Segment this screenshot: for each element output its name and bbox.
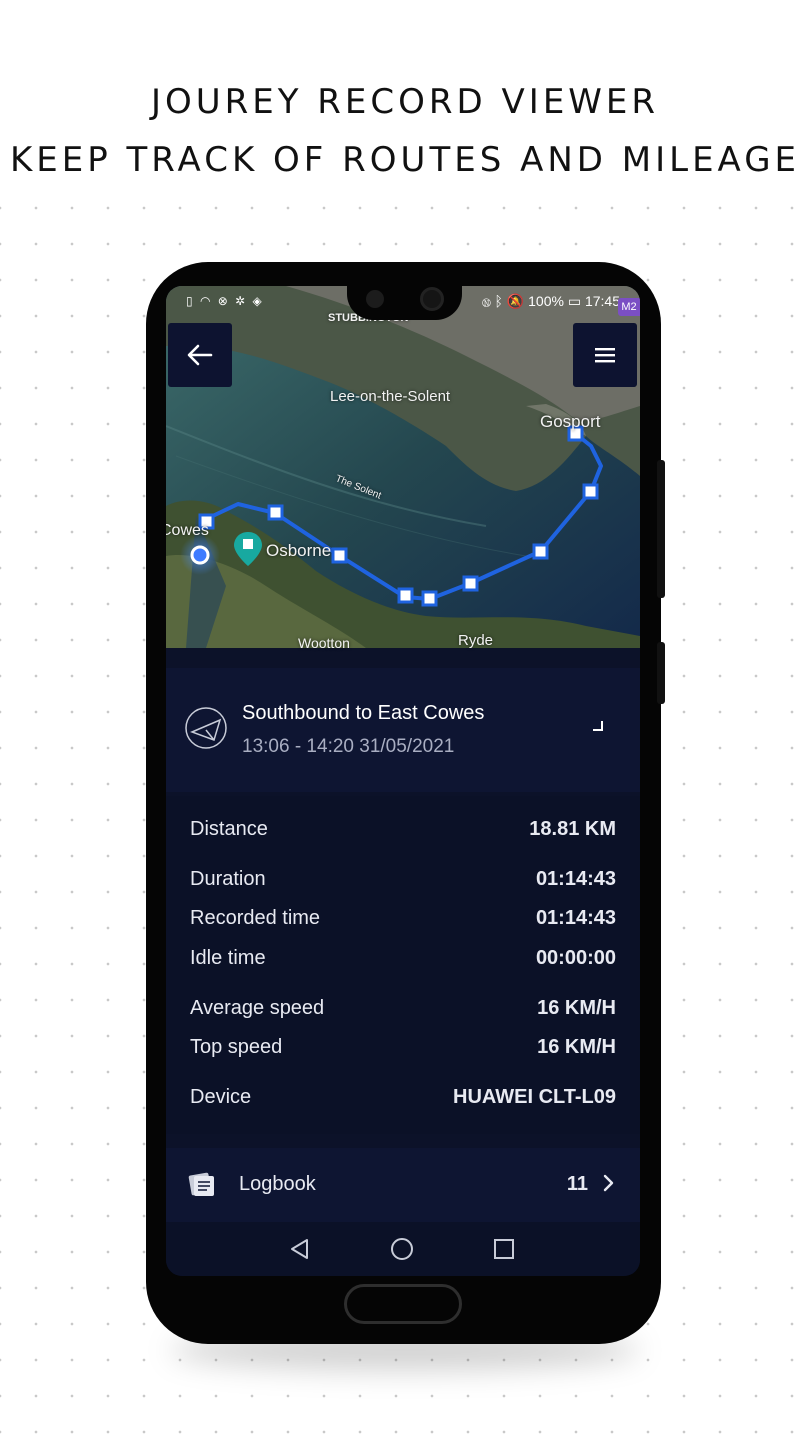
bluetooth-icon: ᛒ (494, 293, 503, 309)
map-label-lee: Lee-on-the-Solent (330, 388, 451, 405)
logbook-row[interactable]: Logbook 11 (166, 1148, 640, 1222)
notebook-icon (188, 1172, 214, 1196)
square-recent-icon[interactable] (492, 1237, 516, 1261)
route-map[interactable]: STUBBINGTON Lee-on-the-Solent Gosport Th… (166, 286, 640, 651)
stat-value: 18.81 KM (529, 818, 616, 840)
headline-subtitle: KEEP TRACK OF ROUTES AND MILEAGE (9, 140, 801, 180)
stat-value: 16 KM/H (537, 1036, 616, 1058)
mute-icon: 🔕 (506, 293, 525, 309)
phone-screen: STUBBINGTON Lee-on-the-Solent Gosport Th… (166, 286, 640, 1276)
stat-value: 01:14:43 (535, 868, 616, 890)
menu-button[interactable] (573, 323, 637, 387)
stat-label: Duration (190, 868, 266, 890)
journey-title: Southbound to East Cowes (242, 702, 485, 724)
stat-label: Average speed (190, 997, 325, 1019)
journey-summary-card[interactable]: Southbound to East Cowes 13:06 - 14:20 3… (166, 668, 640, 792)
map-label-ryde: Ryde (458, 632, 494, 649)
arrow-left-icon (187, 344, 213, 366)
map-label-osborne: Osborne (266, 541, 332, 560)
stats-panel: Distance 18.81 KM Duration 01:14:43 Reco… (166, 796, 640, 1134)
headline-title: JOUREY RECORD VIEWER (150, 82, 660, 122)
back-button[interactable] (168, 323, 232, 387)
system-nav-bar (166, 1222, 640, 1276)
status-icons-right: Ⓝ ᛒ 🔕 100% ▭ 17:45 (482, 293, 620, 310)
chevron-right-icon (603, 1174, 614, 1192)
battery-percent: 100% (528, 293, 564, 309)
front-camera (420, 287, 444, 311)
status-time: 17:45 (584, 293, 620, 309)
stat-row-duration: Duration 01:14:43 (190, 868, 616, 894)
circle-home-icon[interactable] (390, 1237, 414, 1261)
status-badge: M2 (618, 298, 640, 316)
stat-row-top-speed: Top speed 16 KM/H (190, 1036, 616, 1062)
stat-label: Recorded time (190, 907, 321, 929)
stat-label: Distance (190, 818, 268, 840)
phone-side-button (657, 642, 665, 704)
phone-notch (347, 286, 462, 320)
battery-icon: ▭ (567, 293, 582, 309)
status-icons-left: ▯ ◠ ⊗ ✲ ◈ (186, 294, 264, 308)
phone-side-button (657, 460, 665, 598)
earpiece-sensor (366, 290, 384, 308)
stat-row-recorded-time: Recorded time 01:14:43 (190, 907, 616, 933)
map-satellite (166, 286, 640, 648)
map-label-gosport: Gosport (540, 412, 601, 431)
stat-label: Top speed (190, 1036, 283, 1058)
stat-label: Idle time (190, 947, 266, 969)
stat-row-distance: Distance 18.81 KM (190, 818, 616, 844)
sail-icon (185, 707, 227, 749)
stat-value: 16 KM/H (537, 997, 616, 1019)
current-location-dot (190, 545, 210, 565)
phone-home-button (344, 1284, 462, 1324)
map-label-cowes: Cowes (166, 522, 209, 539)
hamburger-menu-icon (595, 348, 615, 363)
logbook-label: Logbook (239, 1173, 316, 1195)
stat-value: HUAWEI CLT-L09 (453, 1086, 616, 1108)
stat-row-device: Device HUAWEI CLT-L09 (190, 1086, 616, 1112)
triangle-back-icon[interactable] (288, 1237, 312, 1261)
nfc-icon: Ⓝ (482, 293, 491, 309)
stat-label: Device (190, 1086, 252, 1108)
logbook-count: 11 (566, 1173, 588, 1195)
expand-corner-icon[interactable] (592, 720, 604, 732)
stat-row-idle-time: Idle time 00:00:00 (190, 947, 616, 973)
stat-row-average-speed: Average speed 16 KM/H (190, 997, 616, 1023)
stat-value: 00:00:00 (535, 947, 616, 969)
journey-time: 13:06 - 14:20 31/05/2021 (242, 736, 455, 757)
stat-value: 01:14:43 (535, 907, 616, 929)
map-label-wootton: Wootton (298, 635, 350, 651)
